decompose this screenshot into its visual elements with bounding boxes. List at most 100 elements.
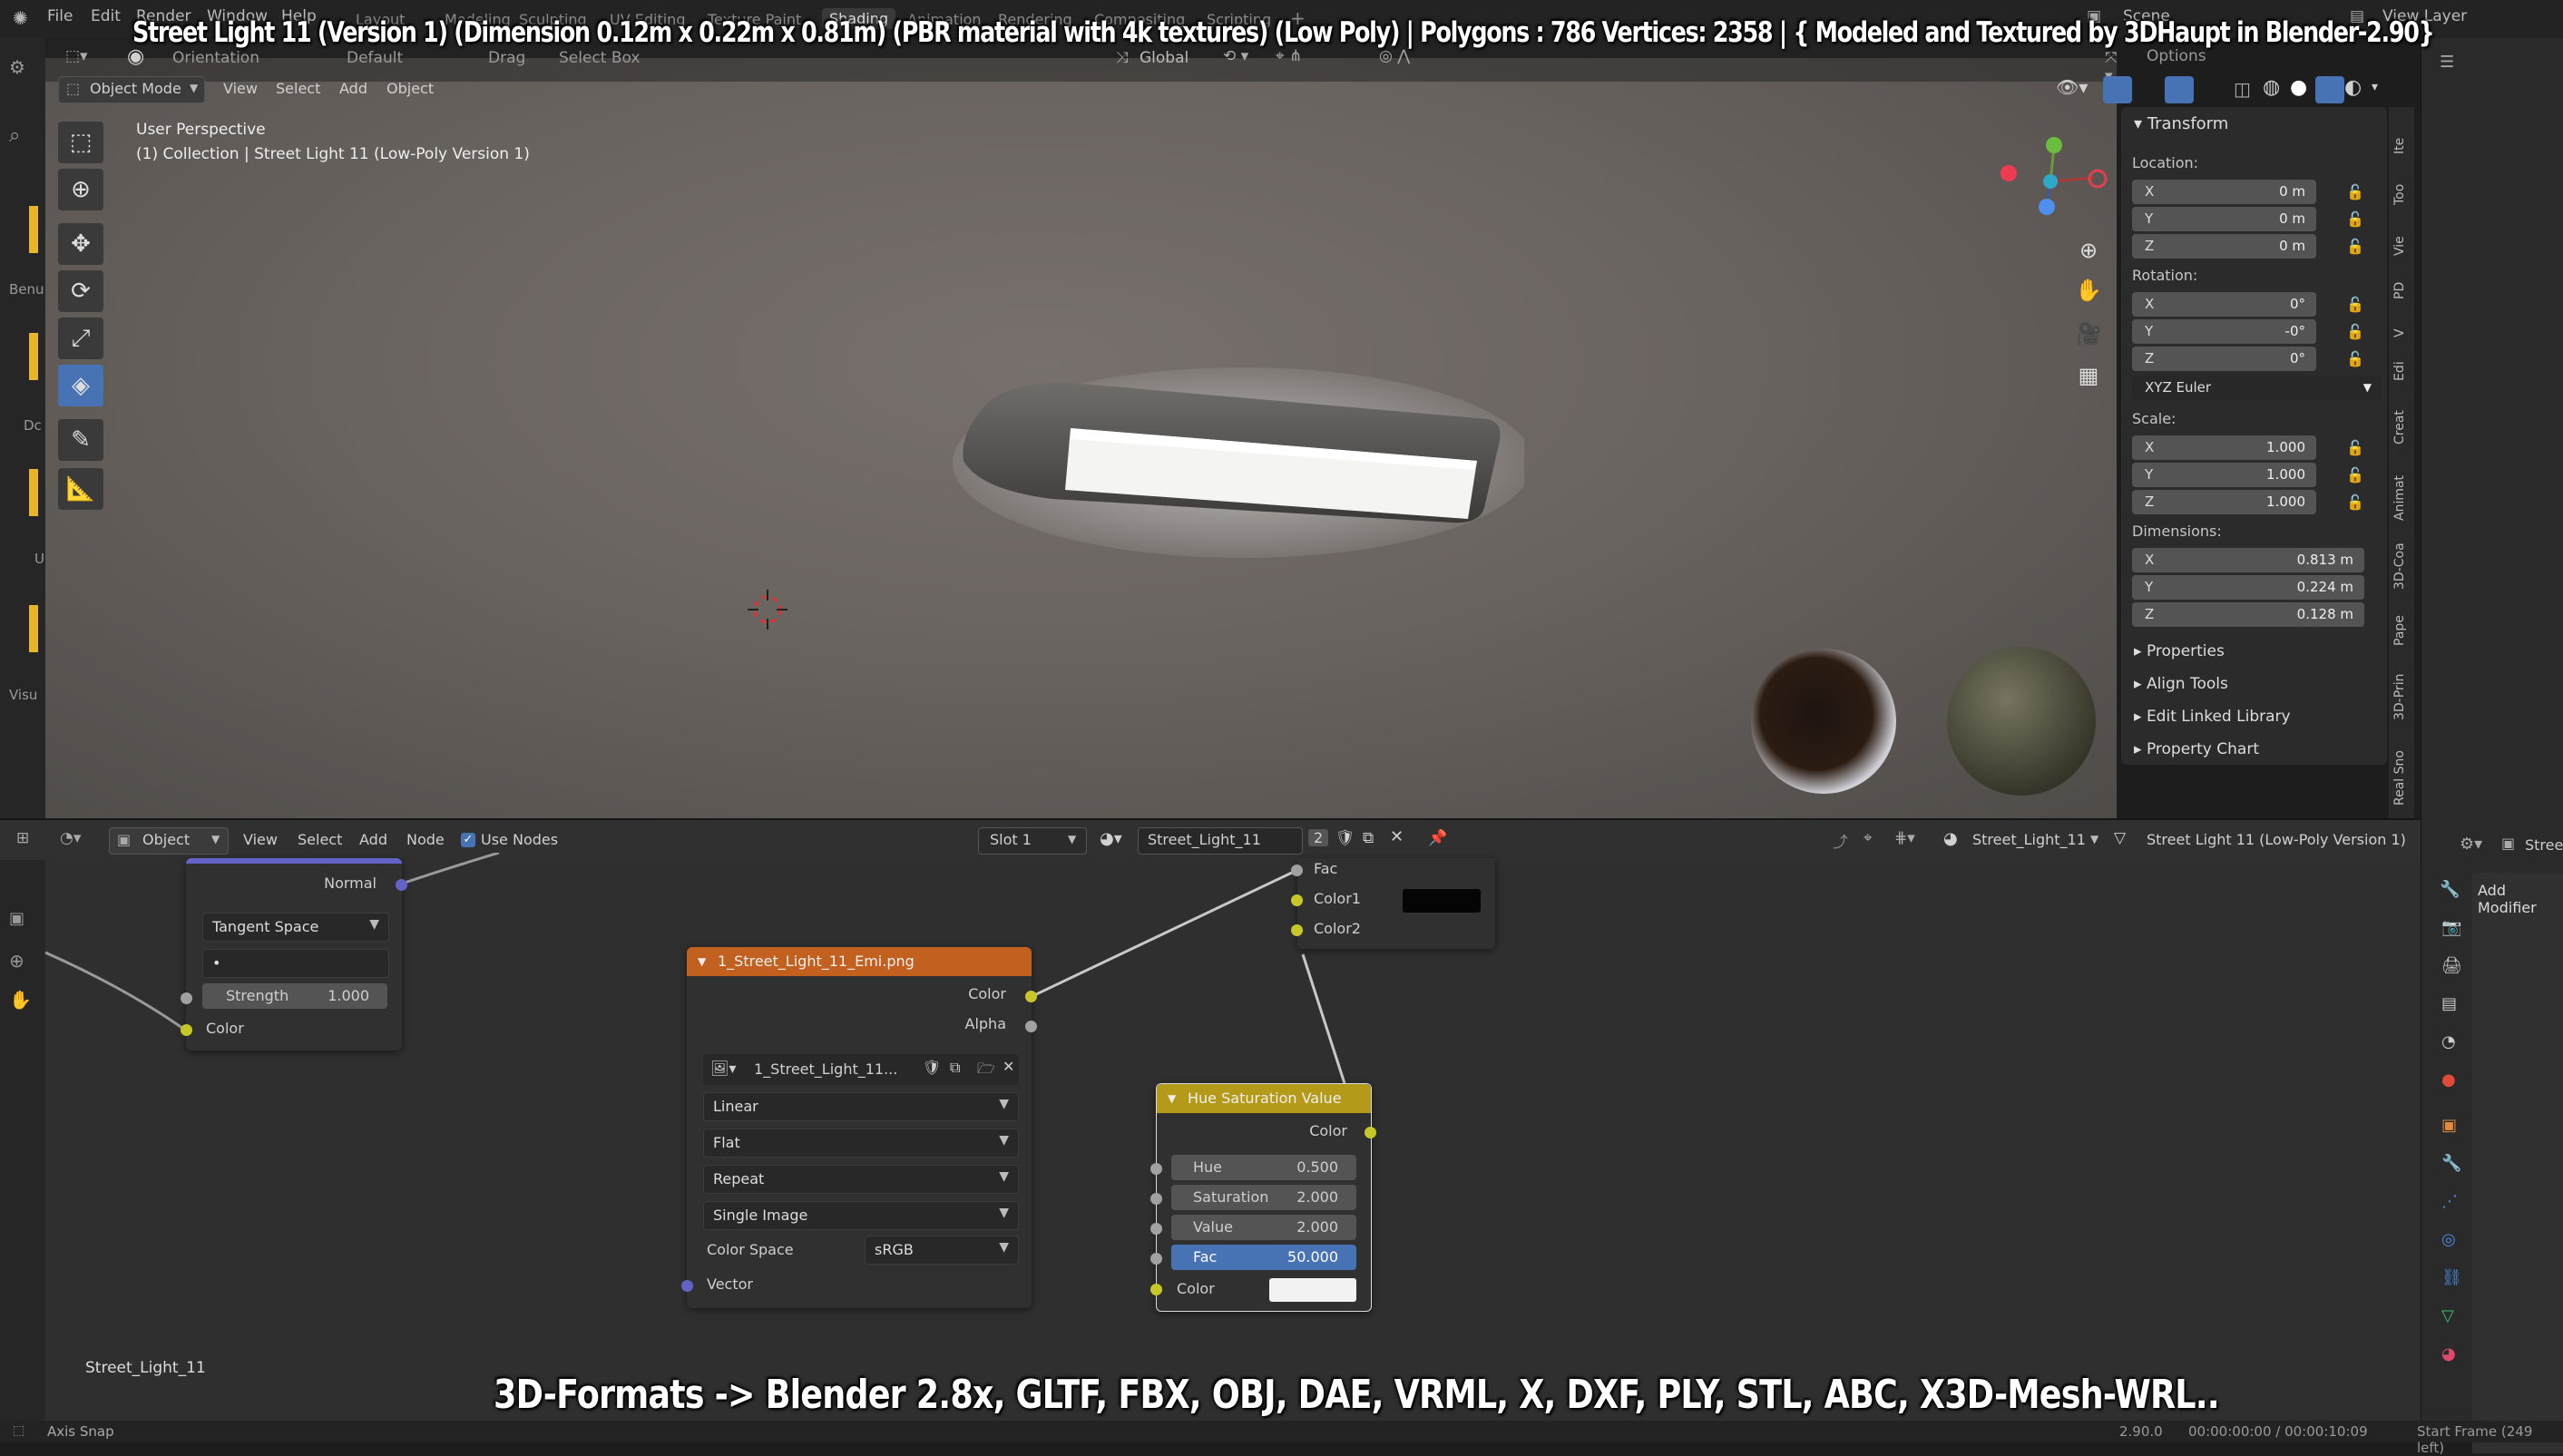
color-input-socket[interactable] (181, 1024, 192, 1036)
pan-hand-icon[interactable]: ✋ (9, 989, 32, 1011)
lock-icon[interactable]: 🔓 (2346, 323, 2364, 340)
cursor-tool-icon[interactable]: ⊕ (58, 169, 103, 210)
orientation-dropdown[interactable]: Global (1140, 49, 1189, 67)
workspace-icon[interactable]: ⚙ (9, 56, 25, 78)
hsv-color-output-socket[interactable] (1365, 1127, 1376, 1138)
rotation-y-field[interactable]: Y -0° (2132, 319, 2316, 344)
viewport-menu-object[interactable]: Object (386, 80, 434, 97)
projection-dropdown[interactable]: Flat ▼ (703, 1129, 1019, 1158)
interpolation-dropdown[interactable]: Linear ▼ (703, 1092, 1019, 1121)
menu-edit[interactable]: Edit (91, 7, 121, 25)
rotate-tool-icon[interactable]: ⟳ (58, 270, 103, 312)
sidebar-tab-edit[interactable]: Edi (2392, 361, 2407, 381)
image-browse-icon[interactable]: 🖼▾ (710, 1060, 736, 1077)
hue-field[interactable]: Hue 0.500 (1171, 1155, 1356, 1180)
rotation-z-field[interactable]: Z 0° (2132, 347, 2316, 371)
xray-icon[interactable]: ◫ (2234, 78, 2251, 100)
data-tab-icon[interactable]: ▽ (2441, 1306, 2454, 1325)
color-output-socket[interactable] (1025, 991, 1037, 1002)
source-dropdown[interactable]: Single Image ▼ (703, 1201, 1019, 1230)
wireframe-shading-icon[interactable]: ◍ (2263, 76, 2280, 99)
sidebar-tab-v[interactable]: V (2392, 328, 2407, 337)
shader-type-icon[interactable]: ◔▾ (60, 829, 81, 847)
image-node-header[interactable]: ▼ 1_Street_Light_11_Emi.png (687, 947, 1032, 976)
object-data-breadcrumb[interactable]: Street Light 11 (Low-Poly Version 1) (2147, 831, 2406, 848)
pivot-icon[interactable]: ⟲ ▾ (1223, 47, 1248, 65)
render-tab-icon[interactable]: 📷 (2441, 918, 2461, 937)
search-icon[interactable]: ⌕ (9, 124, 20, 147)
property-chart-section[interactable]: ▸ Property Chart (2134, 740, 2259, 758)
close-icon[interactable]: ✕ (1003, 1058, 1014, 1075)
node-menu-view[interactable]: View (243, 831, 278, 848)
normal-output-socket[interactable] (396, 879, 407, 891)
node-menu-node[interactable]: Node (406, 831, 445, 848)
hsv-color-swatch[interactable] (1269, 1278, 1356, 1302)
sidebar-tab-paper[interactable]: Pape (2392, 615, 2407, 646)
sidebar-tab-view[interactable]: Vie (2392, 236, 2407, 256)
shader-type-dropdown[interactable]: ▣ Object ▼ (109, 827, 229, 855)
camera-icon[interactable]: 🎥 (2070, 316, 2107, 352)
align-tools-section[interactable]: ▸ Align Tools (2134, 675, 2228, 693)
scale-y-field[interactable]: Y 1.000 (2132, 463, 2316, 487)
snap-mode-icon[interactable]: ⋕▾ (1894, 829, 1915, 847)
value-input-socket[interactable] (1150, 1223, 1162, 1235)
view-layer-tab-icon[interactable]: ▤ (2441, 994, 2457, 1013)
snap-icon[interactable]: ⌖ (1864, 829, 1873, 847)
rendered-shading-icon[interactable]: ◐ (2344, 76, 2362, 99)
node-menu-add[interactable]: Add (359, 831, 387, 848)
properties-type-icon[interactable]: ⚙▾ (2460, 835, 2482, 854)
fake-user-icon[interactable]: 🛡 (923, 1059, 941, 1076)
menu-file[interactable]: File (47, 7, 73, 25)
pin-icon[interactable]: 📌 (1428, 829, 1447, 847)
saturation-input-socket[interactable] (1150, 1193, 1162, 1205)
outliner-icon[interactable]: ☰ (2440, 53, 2454, 72)
sidebar-tab-3d-coat[interactable]: 3D-Coa (2392, 542, 2407, 590)
sidebar-tab-tool[interactable]: Too (2392, 184, 2407, 205)
add-modifier-button[interactable]: Add Modifier (2478, 882, 2563, 916)
location-x-field[interactable]: X 0 m (2132, 180, 2316, 204)
overlay-toggle[interactable] (2165, 76, 2194, 103)
default-label[interactable]: Default (347, 49, 403, 67)
material-name-field[interactable]: Street_Light_11 (1138, 827, 1303, 855)
location-z-field[interactable]: Z 0 m (2132, 234, 2316, 259)
material-users-count[interactable]: 2 (1308, 829, 1329, 846)
sidebar-tab-animation[interactable]: Animat (2392, 475, 2407, 521)
collapse-icon[interactable]: ▼ (1168, 1084, 1176, 1113)
sidebar-tab-item[interactable]: Ite (2392, 138, 2407, 154)
properties-section[interactable]: ▸ Properties (2134, 642, 2225, 660)
strength-input-socket[interactable] (181, 992, 192, 1004)
parent-node-icon[interactable]: ⤴ (1833, 829, 1848, 852)
viewport-menu-view[interactable]: View (223, 80, 258, 97)
modifier-tab-icon[interactable]: 🔧 (2441, 1154, 2461, 1173)
lock-icon[interactable]: 🔓 (2346, 350, 2364, 367)
transform-tool-icon[interactable]: ◈ (58, 365, 103, 406)
proportional-edit-icon[interactable]: ◎ ⋀ (1379, 47, 1410, 65)
rotation-x-field[interactable]: X 0° (2132, 292, 2316, 317)
hue-input-socket[interactable] (1150, 1163, 1162, 1175)
ortho-grid-icon[interactable]: ▦ (2070, 357, 2107, 394)
lock-icon[interactable]: 🔓 (2346, 238, 2364, 255)
select-box-label[interactable]: Select Box (559, 49, 640, 67)
shading-options-chevron-icon[interactable]: ▾ (2372, 80, 2378, 94)
node-menu-select[interactable]: Select (298, 831, 342, 848)
fake-user-icon[interactable]: 🛡 (1335, 829, 1355, 847)
3d-cursor-icon[interactable] (746, 588, 789, 631)
color1-input-socket[interactable] (1291, 894, 1303, 906)
edit-linked-library-section[interactable]: ▸ Edit Linked Library (2134, 708, 2291, 726)
strength-field[interactable]: Strength 1.000 (202, 983, 387, 1009)
extension-dropdown[interactable]: Repeat ▼ (703, 1165, 1019, 1194)
lock-icon[interactable]: 🔓 (2346, 296, 2364, 313)
lock-icon[interactable]: 🔓 (2346, 493, 2364, 511)
street-light-model[interactable] (944, 363, 1524, 562)
open-folder-icon[interactable]: 🗁 (977, 1059, 995, 1083)
color-space-dropdown[interactable]: sRGB ▼ (865, 1236, 1019, 1265)
object-name-breadcrumb[interactable]: Street_Light_11 (1972, 831, 2086, 848)
sidebar-tab-3d-print[interactable]: 3D-Prin (2392, 674, 2407, 720)
annotate-tool-icon[interactable]: ✎ (58, 419, 103, 461)
pan-hand-icon[interactable]: ✋ (2070, 272, 2107, 308)
fac-input-socket[interactable] (1150, 1253, 1162, 1265)
rotation-mode-dropdown[interactable]: XYZ Euler ▼ (2132, 376, 2382, 400)
color1-swatch[interactable] (1403, 889, 1481, 913)
saturation-field[interactable]: Saturation 2.000 (1171, 1185, 1356, 1210)
blender-logo-icon[interactable]: ✺ (13, 7, 28, 29)
